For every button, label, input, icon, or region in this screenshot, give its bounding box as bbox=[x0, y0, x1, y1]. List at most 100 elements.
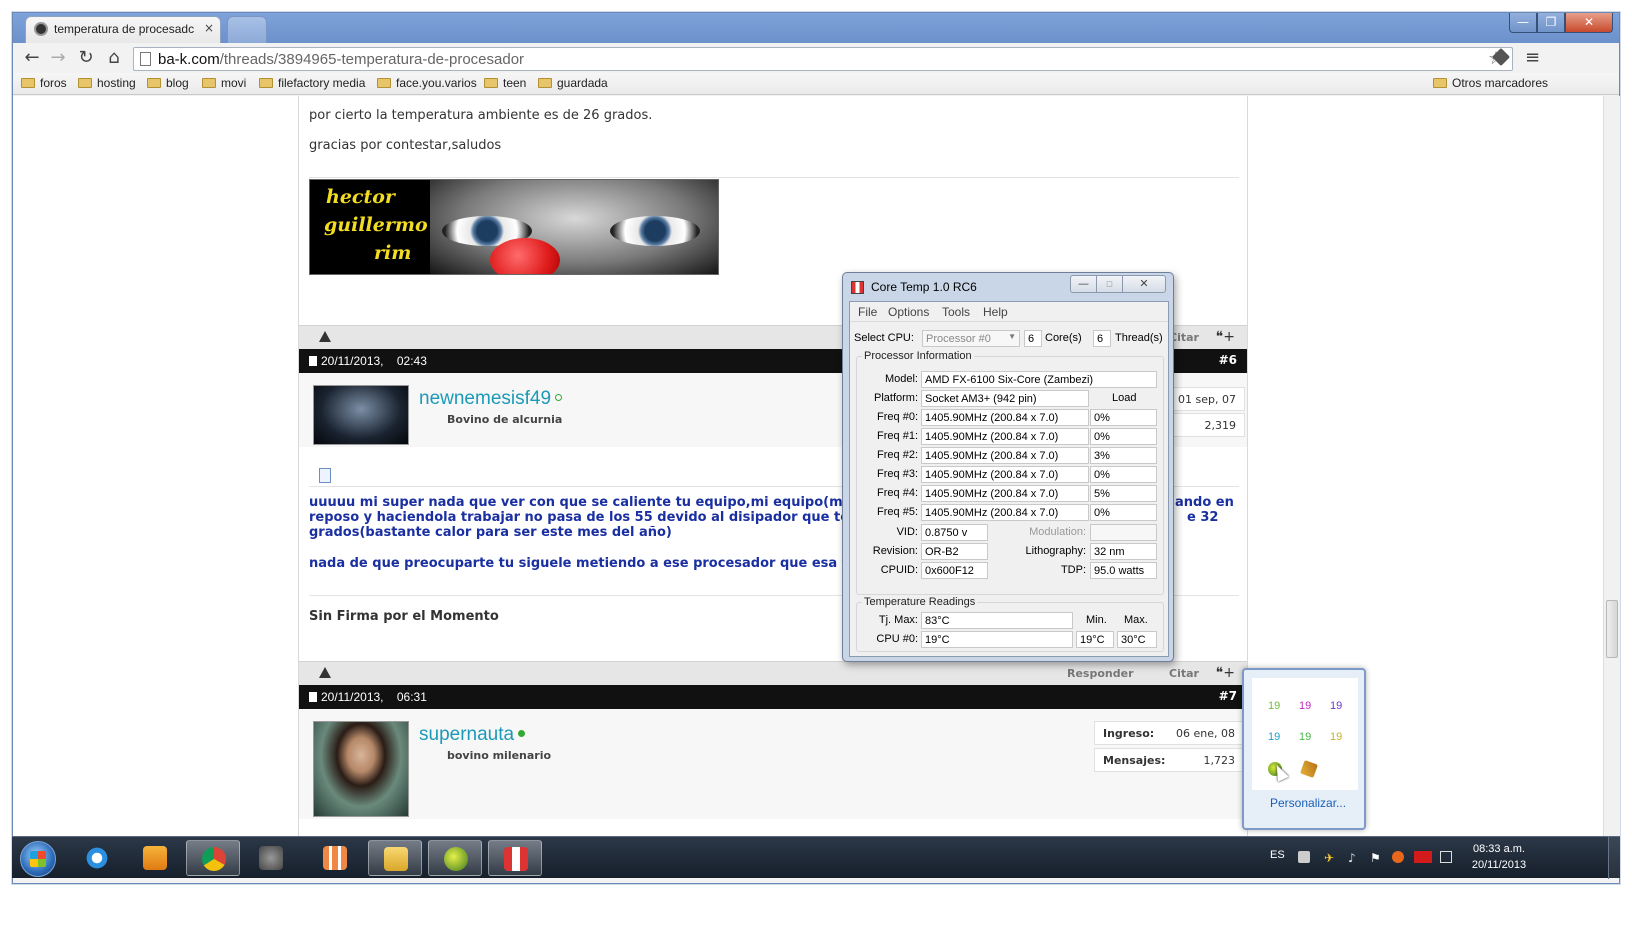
freq-value: 1405.90MHz (200.84 x 7.0) bbox=[921, 428, 1089, 445]
home-icon[interactable]: ⌂ bbox=[103, 47, 125, 69]
taskbar-grid-app[interactable] bbox=[308, 840, 362, 876]
menu-file[interactable]: File bbox=[858, 305, 877, 319]
load-value: 0% bbox=[1090, 466, 1157, 483]
ati-icon[interactable] bbox=[1414, 851, 1432, 863]
taskbar-app-green[interactable] bbox=[428, 840, 482, 876]
clock-date[interactable]: 20/11/2013 bbox=[1464, 859, 1534, 871]
menu-options[interactable]: Options bbox=[888, 305, 929, 319]
tdp-value: 95.0 watts bbox=[1090, 562, 1157, 579]
temp-tray-icon[interactable]: 19 bbox=[1330, 731, 1342, 743]
maximize-button[interactable]: ❐ bbox=[1537, 13, 1565, 33]
menu-tools[interactable]: Tools bbox=[942, 305, 970, 319]
cpu-select[interactable]: Processor #0 ▼ bbox=[922, 330, 1020, 347]
taskbar-chrome[interactable] bbox=[186, 840, 240, 876]
load-value: 0% bbox=[1090, 504, 1157, 521]
temp-tray-icon[interactable]: 19 bbox=[1330, 700, 1342, 712]
username-link[interactable]: newnemesisf49 bbox=[419, 388, 563, 410]
show-hidden-icons-icon[interactable] bbox=[1298, 851, 1310, 863]
volume-icon[interactable]: ♪ bbox=[1348, 851, 1360, 865]
taskbar-video-app[interactable] bbox=[244, 840, 298, 876]
divider bbox=[309, 177, 1239, 178]
show-desktop-button[interactable] bbox=[1608, 837, 1620, 879]
username-link[interactable]: supernauta bbox=[419, 724, 526, 746]
revision-label: Revision: bbox=[872, 545, 918, 557]
minimize-button[interactable]: — bbox=[1509, 13, 1537, 33]
freq-label: Freq #2: bbox=[877, 449, 918, 461]
bookmark-hosting[interactable]: hosting bbox=[78, 76, 136, 90]
cores-label: Core(s) bbox=[1045, 332, 1082, 344]
tray-overflow-popup: 19 19 19 19 19 19 Personalizar... bbox=[1242, 668, 1366, 830]
browser-window: temperatura de procesadc × — ❐ ✕ ← → ↻ ⌂… bbox=[12, 12, 1620, 884]
status-online-icon bbox=[518, 730, 526, 737]
bookmark-blog[interactable]: blog bbox=[147, 76, 189, 90]
ie-icon bbox=[85, 846, 109, 870]
coretemp-close-button[interactable]: ✕ bbox=[1122, 275, 1166, 293]
forward-arrow-icon[interactable]: → bbox=[47, 47, 69, 69]
coretemp-app-icon bbox=[851, 281, 864, 294]
coretemp-minimize-button[interactable]: — bbox=[1070, 275, 1097, 293]
folder-icon bbox=[538, 78, 552, 88]
flag-icon[interactable]: ⚑ bbox=[1370, 851, 1382, 865]
temp-tray-icon[interactable]: 19 bbox=[1268, 700, 1280, 712]
orange-app-icon[interactable] bbox=[1392, 851, 1404, 863]
folder-icon bbox=[21, 78, 35, 88]
chevron-down-icon: ▼ bbox=[1008, 332, 1016, 341]
coretemp-titlebar[interactable]: Core Temp 1.0 RC6 — ▫ ✕ bbox=[843, 273, 1173, 301]
start-button[interactable] bbox=[20, 841, 56, 877]
model-label: Model: bbox=[884, 373, 918, 385]
network-icon[interactable] bbox=[1440, 851, 1452, 863]
reply-link[interactable]: Responder bbox=[1067, 667, 1134, 680]
bookmark-foros[interactable]: foros bbox=[21, 76, 67, 90]
bookmark-otros[interactable]: Otros marcadores bbox=[1433, 76, 1548, 90]
temp-tray-icon[interactable]: 19 bbox=[1268, 731, 1280, 743]
post-number-link[interactable]: #7 bbox=[1219, 689, 1237, 703]
avatar[interactable] bbox=[313, 385, 409, 445]
close-window-button[interactable]: ✕ bbox=[1565, 13, 1613, 33]
menu-help[interactable]: Help bbox=[983, 305, 1008, 319]
new-tab-button[interactable] bbox=[227, 16, 267, 43]
vertical-scrollbar[interactable] bbox=[1603, 96, 1620, 856]
temp-tray-icon[interactable]: 19 bbox=[1299, 700, 1311, 712]
freq-value: 1405.90MHz (200.84 x 7.0) bbox=[921, 504, 1089, 521]
coretemp-maximize-button[interactable]: ▫ bbox=[1096, 275, 1123, 293]
multi-quote-icon[interactable]: ❝+ bbox=[1216, 665, 1235, 681]
customize-link[interactable]: Personalizar... bbox=[1270, 796, 1346, 810]
report-warning-icon[interactable] bbox=[319, 331, 331, 342]
modulation-label: Modulation: bbox=[1029, 526, 1086, 538]
bookmark-teen[interactable]: teen bbox=[484, 76, 526, 90]
bookmark-face-you-varios[interactable]: face.you.varios bbox=[377, 76, 477, 90]
taskbar-explorer[interactable] bbox=[368, 840, 422, 876]
scrollbar-thumb[interactable] bbox=[1606, 600, 1618, 658]
bookmark-movi[interactable]: movi bbox=[202, 76, 246, 90]
clock-time[interactable]: 08:33 a.m. bbox=[1464, 843, 1534, 855]
info-post-count: Mensajes: 1,723 bbox=[1094, 748, 1244, 772]
tab-close-icon[interactable]: × bbox=[204, 21, 214, 35]
avatar[interactable] bbox=[313, 721, 409, 817]
temp-tray-icon[interactable]: 19 bbox=[1299, 731, 1311, 743]
freq-value: 1405.90MHz (200.84 x 7.0) bbox=[921, 447, 1089, 464]
post-body-line: reposo y haciendola trabajar no pasa de … bbox=[309, 510, 859, 525]
multi-quote-icon[interactable]: ❝+ bbox=[1216, 329, 1235, 345]
airplane-icon[interactable]: ✈ bbox=[1324, 851, 1336, 865]
user-title: Bovino de alcurnia bbox=[447, 413, 563, 426]
reload-icon[interactable]: ↻ bbox=[75, 47, 97, 69]
taskbar-ie[interactable] bbox=[70, 840, 124, 876]
url-host: ba-k.com bbox=[158, 51, 220, 68]
cpu0-label: CPU #0: bbox=[876, 633, 918, 645]
post-number-link[interactable]: #6 bbox=[1219, 353, 1237, 367]
back-arrow-icon[interactable]: ← bbox=[21, 47, 43, 69]
address-bar[interactable]: ba-k.com/threads/3894965-temperatura-de-… bbox=[133, 47, 1513, 71]
language-indicator[interactable]: ES bbox=[1270, 849, 1285, 861]
chrome-menu-icon[interactable]: ≡ bbox=[1525, 47, 1540, 68]
taskbar-coretemp[interactable] bbox=[488, 840, 542, 876]
freq-label: Freq #5: bbox=[877, 506, 918, 518]
taskbar-media-player[interactable] bbox=[128, 840, 182, 876]
signature-banner-image: hector guillermo rim bbox=[309, 179, 719, 275]
tab-active[interactable]: temperatura de procesadc × bbox=[25, 16, 221, 43]
app-tray-icon[interactable] bbox=[1300, 760, 1318, 778]
post-document-icon bbox=[319, 468, 331, 483]
quote-link[interactable]: Citar bbox=[1169, 667, 1199, 680]
bookmark-filefactory[interactable]: filefactory media bbox=[259, 76, 365, 90]
report-warning-icon[interactable] bbox=[319, 667, 331, 678]
bookmark-guardada[interactable]: guardada bbox=[538, 76, 608, 90]
